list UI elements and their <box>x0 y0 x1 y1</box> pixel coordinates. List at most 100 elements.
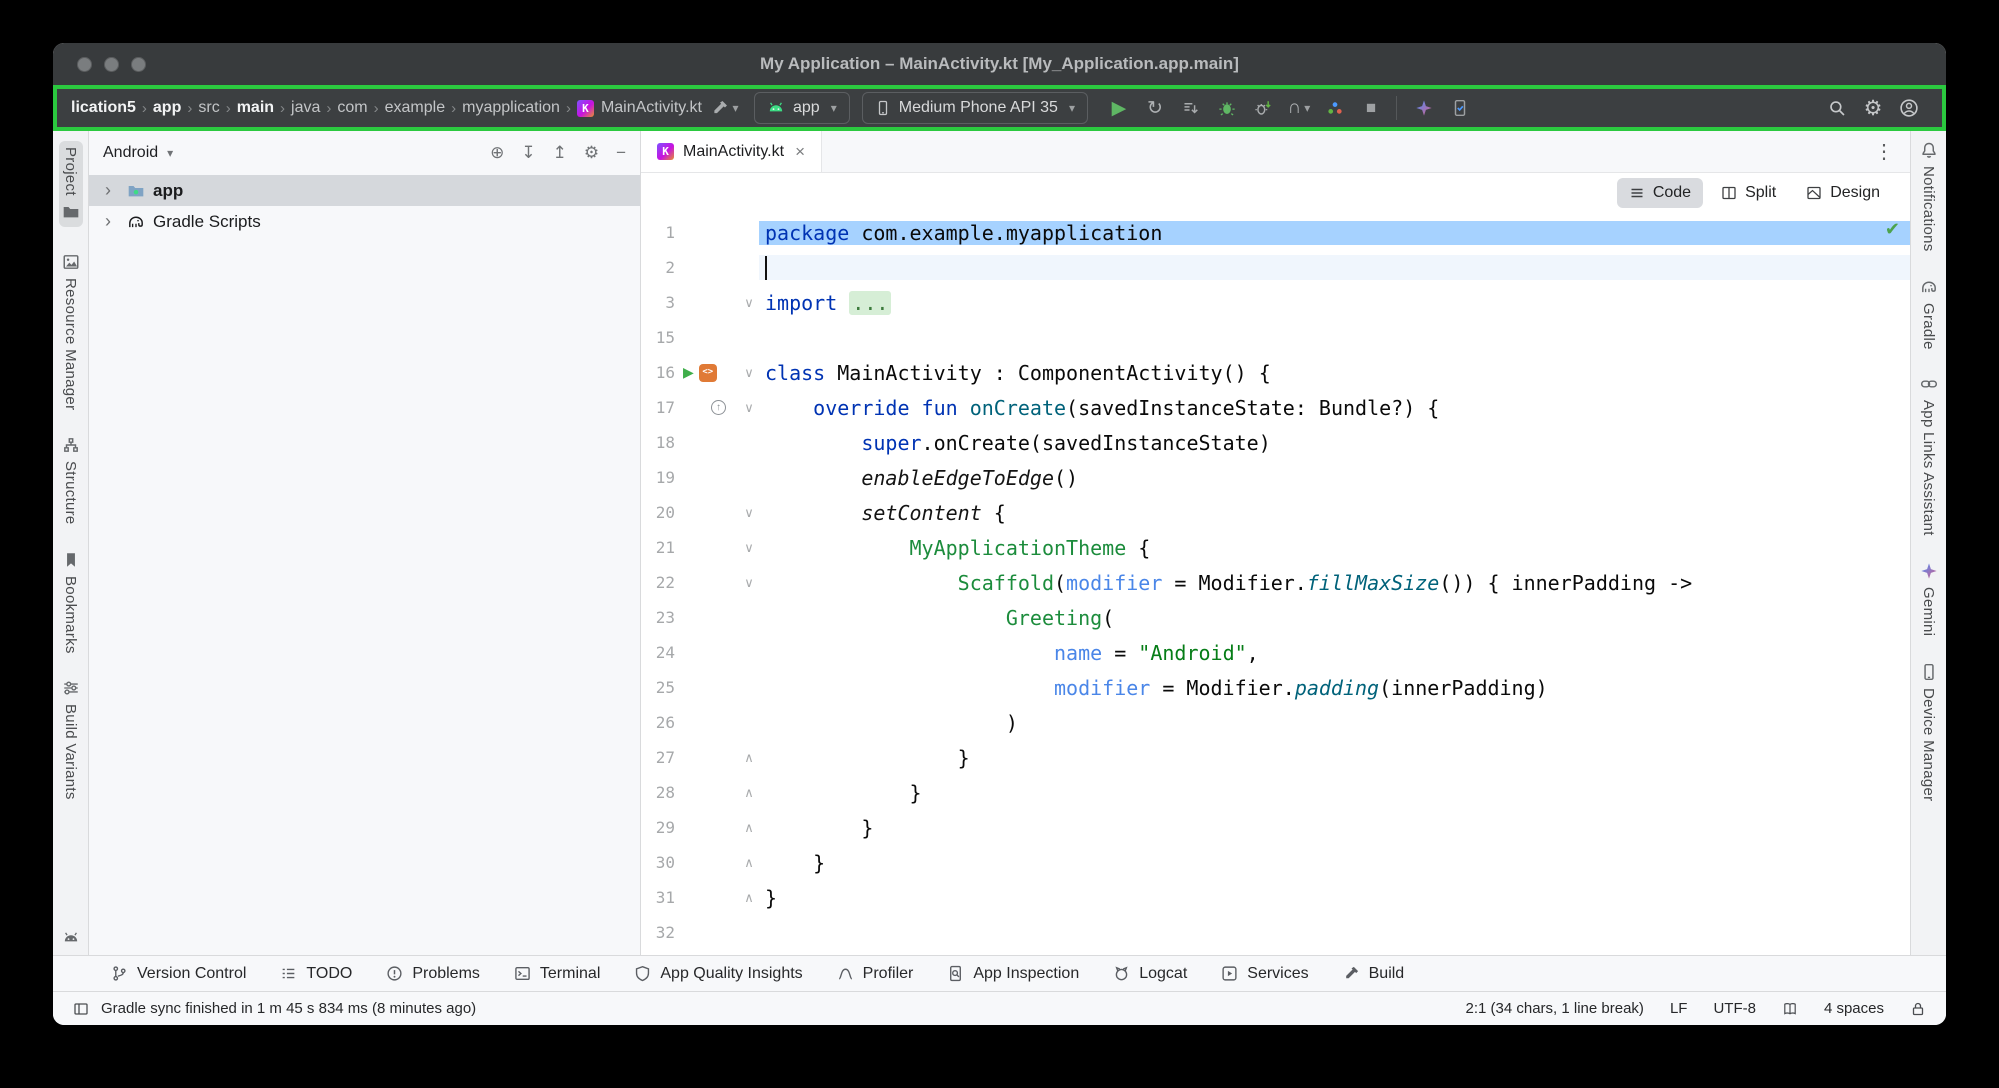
code-line-text[interactable]: class MainActivity : ComponentActivity()… <box>759 361 1910 385</box>
status-message[interactable]: Gradle sync finished in 1 m 45 s 834 ms … <box>101 1000 476 1017</box>
fold-marker-icon[interactable]: ∨ <box>739 565 759 600</box>
encoding-widget[interactable]: UTF-8 <box>1713 1000 1756 1017</box>
breadcrumb-item[interactable]: com <box>333 99 371 117</box>
tool-stripe-button-resource-manager[interactable]: Resource Manager <box>62 253 80 410</box>
breadcrumb-item[interactable]: lication5 <box>67 99 140 117</box>
view-mode-design[interactable]: Design <box>1794 178 1892 208</box>
stop-button[interactable]: ■ <box>1354 91 1388 125</box>
code-line-text[interactable]: Greeting( <box>759 606 1910 630</box>
tool-button-version-control[interactable]: Version Control <box>111 965 246 983</box>
fold-marker-icon[interactable]: ∧ <box>739 810 759 845</box>
close-window-button[interactable] <box>77 57 92 72</box>
project-view-selector[interactable]: Android <box>103 144 158 162</box>
tool-stripe-button-gradle[interactable]: Gradle <box>1920 278 1938 350</box>
breadcrumb-item[interactable]: src <box>194 99 223 117</box>
code-line-text[interactable]: super.onCreate(savedInstanceState) <box>759 431 1910 455</box>
gemini-button[interactable] <box>1407 91 1441 125</box>
chevron-right-icon[interactable]: › <box>105 180 119 201</box>
compose-icon[interactable]: <> <box>699 364 717 382</box>
tool-stripe-button-structure[interactable]: Structure <box>62 436 80 525</box>
tool-stripe-button-gemini[interactable]: Gemini <box>1920 562 1938 636</box>
code-line-text[interactable]: modifier = Modifier.padding(innerPadding… <box>759 676 1910 700</box>
close-tab-button[interactable]: × <box>795 142 805 162</box>
profiler-button[interactable]: ∩▾ <box>1282 91 1316 125</box>
tool-button-app-inspection[interactable]: App Inspection <box>947 965 1079 983</box>
code-line-text[interactable]: } <box>759 746 1910 770</box>
code-line-text[interactable]: package com.example.myapplication <box>759 221 1910 245</box>
code-line-text[interactable]: setContent { <box>759 501 1910 525</box>
minimize-window-button[interactable] <box>104 57 119 72</box>
fold-marker-icon[interactable]: ∧ <box>739 845 759 880</box>
expand-all-button[interactable]: ↧ <box>521 143 535 163</box>
locate-file-button[interactable]: ⊕ <box>490 143 504 163</box>
panel-settings-button[interactable]: ⚙ <box>584 143 599 163</box>
run-button[interactable]: ▶ <box>1102 91 1136 125</box>
reader-mode-icon[interactable] <box>1782 1001 1798 1017</box>
tree-item-gradle-scripts[interactable]: ›Gradle Scripts <box>89 206 640 237</box>
tool-stripe-button-notifications[interactable]: Notifications <box>1920 141 1938 252</box>
code-line-text[interactable]: MyApplicationTheme { <box>759 536 1910 560</box>
code-editor[interactable]: ✔ 1package com.example.myapplication23∨i… <box>641 213 1910 955</box>
profile-avatar-button[interactable] <box>1892 91 1926 125</box>
editor-tab[interactable]: K MainActivity.kt × <box>641 131 822 172</box>
apply-code-changes-button[interactable] <box>1174 91 1208 125</box>
run-config-selector[interactable]: app ▾ <box>754 92 850 124</box>
fold-marker-icon[interactable]: ∧ <box>739 880 759 915</box>
tool-button-problems[interactable]: Problems <box>386 965 480 983</box>
tool-button-todo[interactable]: TODO <box>280 965 352 983</box>
tool-button-logcat[interactable]: Logcat <box>1113 965 1187 983</box>
titlebar[interactable]: My Application – MainActivity.kt [My_App… <box>53 43 1946 85</box>
device-selector[interactable]: Medium Phone API 35 ▾ <box>862 92 1088 124</box>
chevron-right-icon[interactable]: › <box>105 211 119 232</box>
running-devices-button[interactable] <box>1443 91 1477 125</box>
debug-button[interactable] <box>1210 91 1244 125</box>
stripe-android-icon[interactable] <box>62 929 80 947</box>
attach-debugger-button[interactable] <box>1246 91 1280 125</box>
tree-item-app[interactable]: ›app <box>89 175 640 206</box>
tool-stripe-button-bookmarks[interactable]: Bookmarks <box>62 551 80 654</box>
breadcrumb-item[interactable]: app <box>149 99 185 117</box>
override-icon[interactable]: ↑ <box>711 400 726 415</box>
code-line-text[interactable]: override fun onCreate(savedInstanceState… <box>759 396 1910 420</box>
settings-button[interactable]: ⚙ <box>1856 91 1890 125</box>
search-everywhere-button[interactable] <box>1820 91 1854 125</box>
build-tools-button[interactable]: ▾ <box>708 91 742 125</box>
code-line-text[interactable]: import ... <box>759 291 1910 315</box>
fold-marker-icon[interactable]: ∨ <box>739 530 759 565</box>
code-line-text[interactable]: } <box>759 781 1910 805</box>
tool-button-profiler[interactable]: Profiler <box>837 965 914 983</box>
tool-button-services[interactable]: Services <box>1221 965 1308 983</box>
breadcrumb-item[interactable]: java <box>287 99 324 117</box>
tool-stripe-button-project[interactable]: Project <box>59 141 83 227</box>
tool-button-app-quality-insights[interactable]: App Quality Insights <box>634 965 802 983</box>
tool-button-terminal[interactable]: Terminal <box>514 965 600 983</box>
code-line-text[interactable]: Scaffold(modifier = Modifier.fillMaxSize… <box>759 571 1910 595</box>
breadcrumb-item[interactable]: main <box>233 99 278 117</box>
code-line-text[interactable] <box>759 255 1910 281</box>
layout-toggle-icon[interactable] <box>73 1001 89 1017</box>
view-mode-code[interactable]: Code <box>1617 178 1703 208</box>
lock-icon[interactable] <box>1910 1001 1926 1017</box>
line-separator-widget[interactable]: LF <box>1670 1000 1688 1017</box>
tool-stripe-button-device-manager[interactable]: Device Manager <box>1920 663 1938 801</box>
fold-marker-icon[interactable]: ∨ <box>739 355 759 390</box>
apply-changes-button[interactable]: ↻ <box>1138 91 1172 125</box>
fold-marker-icon[interactable]: ∨ <box>739 390 759 425</box>
fold-marker-icon[interactable]: ∨ <box>739 285 759 320</box>
view-mode-split[interactable]: Split <box>1709 178 1788 208</box>
breadcrumb-item[interactable]: KMainActivity.kt <box>573 99 706 117</box>
code-line-text[interactable]: name = "Android", <box>759 641 1910 665</box>
code-line-text[interactable]: } <box>759 816 1910 840</box>
tool-button-build[interactable]: Build <box>1343 965 1405 983</box>
breadcrumb-item[interactable]: myapplication <box>458 99 564 117</box>
code-line-text[interactable]: } <box>759 851 1910 875</box>
fold-marker-icon[interactable]: ∧ <box>739 775 759 810</box>
run-class-icon[interactable]: ▶ <box>683 355 694 390</box>
code-line-text[interactable]: ) <box>759 711 1910 735</box>
indent-widget[interactable]: 4 spaces <box>1824 1000 1884 1017</box>
inspections-status-icon[interactable]: ✔ <box>1885 219 1900 240</box>
fold-marker-icon[interactable]: ∧ <box>739 740 759 775</box>
caret-position-widget[interactable]: 2:1 (34 chars, 1 line break) <box>1466 1000 1644 1017</box>
collapse-all-button[interactable]: ↥ <box>553 143 567 163</box>
code-line-text[interactable]: enableEdgeToEdge() <box>759 466 1910 490</box>
